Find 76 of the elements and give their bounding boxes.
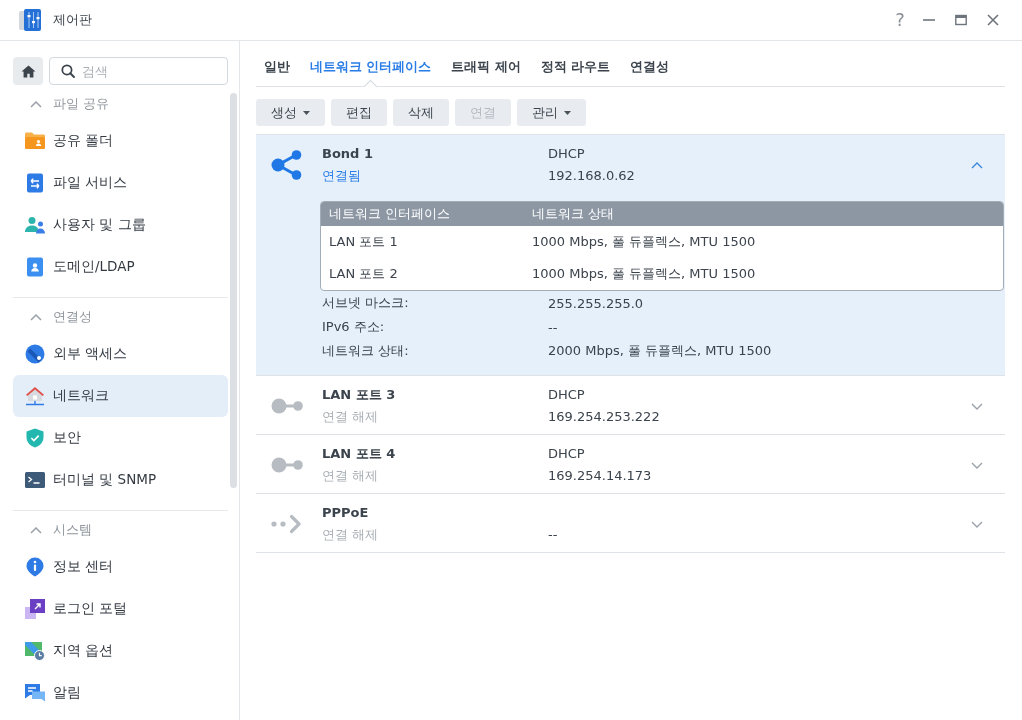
window-title: 제어판 <box>53 11 92 29</box>
sidebar-item[interactable]: 로그인 포털 <box>13 588 228 630</box>
chevron-down-icon[interactable] <box>971 461 983 469</box>
connection-status: 연결 해제 <box>322 467 380 485</box>
ip-mode: DHCP <box>548 446 585 461</box>
detail-value: 255.255.255.0 <box>548 295 644 311</box>
ip-mode: DHCP <box>548 387 585 402</box>
sidebar-item[interactable]: 사용자 및 그룹 <box>13 204 228 246</box>
users-icon <box>25 215 45 235</box>
home-icon <box>20 64 36 78</box>
ip-address: 192.168.0.62 <box>548 168 635 183</box>
toolbar-button[interactable]: 관리 <box>517 99 586 126</box>
interface-row[interactable]: LAN 포트 4 연결 해제 DHCP 169.254.14.173 <box>256 435 1005 494</box>
sidebar-item[interactable]: 지역 옵션 <box>13 630 228 672</box>
interface-row[interactable]: LAN 포트 3 연결 해제 DHCP 169.254.253.222 <box>256 376 1005 435</box>
maximize-icon[interactable] <box>955 14 967 26</box>
app-icon <box>18 8 42 32</box>
detail-value: 2000 Mbps, 풀 듀플렉스, MTU 1500 <box>548 342 772 360</box>
interface-row[interactable]: Bond 1 연결됨 DHCP 192.168.0.62 네트워크 인터페이스 네트워크 상태 LAN 포트 1 1000 Mbps, 풀 듀플렉스, MTU 1500 LAN 포트 2 1000 Mbps, 풀 듀플렉스, MTU 1500 서브넷 마스크: 255.255.255.0 IPv6 주소: -- 네트워크 상태: 2000 Mbps, 풀 듀플렉스, MTU 1500 <box>256 135 1005 376</box>
network-house-icon <box>25 386 45 406</box>
ip-address: 169.254.253.222 <box>548 409 660 424</box>
table-cell-text: LAN 포트 2 <box>328 265 399 283</box>
tab[interactable]: 일반 <box>256 41 298 87</box>
sidebar-item[interactable]: 외부 액세스 <box>13 333 228 375</box>
toolbar-button[interactable]: 편집 <box>331 99 387 126</box>
interface-name: LAN 포트 4 <box>322 445 397 463</box>
detail-value: -- <box>548 319 558 335</box>
ip-mode: DHCP <box>548 146 585 161</box>
detail-label: 네트워크 상태: <box>322 342 410 360</box>
search-field[interactable]: 검색 <box>49 57 228 85</box>
connection-status: 연결됨 <box>322 167 362 185</box>
table-cell: 1000 Mbps, 풀 듀플렉스, MTU 1500 <box>532 265 756 283</box>
globe-icon <box>25 344 45 364</box>
table-cell: 1000 Mbps, 풀 듀플렉스, MTU 1500 <box>532 233 756 251</box>
scrollbar-thumb[interactable] <box>230 93 237 488</box>
sidebar-item[interactable]: 정보 센터 <box>13 546 228 588</box>
connection-status: 연결 해제 <box>322 408 380 426</box>
portal-arrow-icon <box>25 599 45 619</box>
file-arrows-icon <box>25 173 45 193</box>
ip-address: 169.254.14.173 <box>548 468 652 483</box>
toolbar-button[interactable]: 삭제 <box>393 99 449 126</box>
detail-label: 서브넷 마스크: <box>322 294 410 312</box>
chevron-up-icon[interactable] <box>971 161 983 169</box>
info-pin-icon <box>25 557 45 577</box>
table-cell-text: LAN 포트 1 <box>328 233 399 251</box>
terminal-icon <box>25 470 45 490</box>
connection-status: 연결 해제 <box>322 526 380 544</box>
toolbar-button[interactable]: 생성 <box>256 99 325 126</box>
home-button[interactable] <box>13 57 43 85</box>
sidebar-item[interactable]: 알림 <box>13 672 228 714</box>
tab[interactable]: 연결성 <box>622 41 678 87</box>
folder-icon <box>25 131 45 151</box>
interface-name: Bond 1 <box>322 145 374 163</box>
tab[interactable]: 트래픽 제어 <box>443 41 529 87</box>
contact-card-icon <box>25 257 45 277</box>
sidebar-item[interactable]: 공유 폴더 <box>13 120 228 162</box>
sidebar-item[interactable]: 도메인/LDAP <box>13 246 228 288</box>
interface-row[interactable]: PPPoE 연결 해제 -- <box>256 494 1005 553</box>
ip-address: -- <box>548 527 558 542</box>
chevron-down-icon[interactable] <box>971 520 983 528</box>
close-icon[interactable] <box>987 14 999 26</box>
interface-name: PPPoE <box>322 504 370 522</box>
map-clock-icon <box>25 641 45 661</box>
interface-name: LAN 포트 3 <box>322 386 397 404</box>
sidebar-item[interactable]: 파일 서비스 <box>13 162 228 204</box>
detail-label: IPv6 주소: <box>322 318 386 336</box>
chevron-down-icon[interactable] <box>971 402 983 410</box>
search-icon <box>61 64 75 78</box>
column-header: 네트워크 인터페이스 <box>328 205 452 223</box>
tab[interactable]: 정적 라우트 <box>532 41 619 87</box>
chat-bubbles-icon <box>25 683 45 703</box>
column-header: 네트워크 상태 <box>532 205 615 223</box>
shield-check-icon <box>25 428 45 448</box>
sidebar-item[interactable]: 보안 <box>13 417 228 459</box>
sidebar-item[interactable]: 네트워크 <box>13 375 228 417</box>
sidebar-item[interactable]: 터미널 및 SNMP <box>13 459 228 501</box>
